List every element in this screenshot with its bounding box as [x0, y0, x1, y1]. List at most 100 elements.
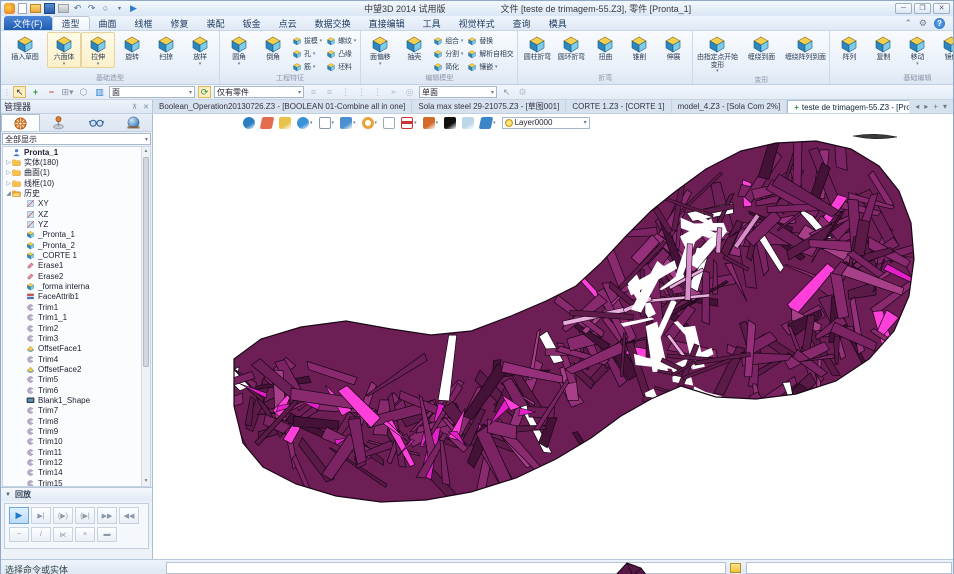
remove-selection-icon[interactable]: −	[45, 86, 58, 98]
ribbon-button-解析自相交[interactable]: 解析自相交	[465, 47, 515, 60]
tree-item-实体(180)[interactable]: ▷实体(180)	[3, 157, 150, 167]
open-file-icon[interactable]	[30, 4, 41, 13]
tree-item-Trim9[interactable]: Trim9	[3, 426, 150, 436]
tree-item-_forma interna[interactable]: _forma interna	[3, 281, 150, 291]
tree-item-Erase1[interactable]: Erase1	[3, 261, 150, 271]
ribbon-button-圆环折弯[interactable]: 圆环折弯	[554, 32, 588, 64]
ribbon-button-扭曲[interactable]: 扭曲	[588, 32, 622, 64]
help-icon[interactable]: ?	[934, 18, 945, 29]
tree-item-OffsetFace1[interactable]: OffsetFace1	[3, 344, 150, 354]
tab-list-icon[interactable]: ▾	[943, 102, 947, 111]
tree-item-Blank1_Shape[interactable]: Blank1_Shape	[3, 395, 150, 405]
ribbon-button-倒角[interactable]: 倒角	[256, 32, 290, 64]
show-entity-icon[interactable]	[243, 117, 255, 129]
ribbon-button-凸缘[interactable]: 凸缘	[324, 47, 358, 60]
datum-plane-display-icon[interactable]: ▾	[340, 117, 356, 129]
ribbon-button-螺纹[interactable]: 螺纹▾	[324, 34, 358, 47]
qat-dropdown-icon[interactable]: ▾	[114, 3, 125, 14]
pick-last-icon[interactable]: ⋮	[355, 86, 368, 98]
tree-item-Trim6[interactable]: Trim6	[3, 385, 150, 395]
link-icon[interactable]: ≡	[307, 86, 320, 98]
tree-expander-icon[interactable]: ▷	[5, 169, 12, 176]
tree-expander-icon[interactable]: ◢	[5, 190, 12, 197]
collapse-section-icon[interactable]: ▼	[5, 492, 11, 498]
menu-item-7[interactable]: 点云	[270, 16, 306, 30]
tree-item-XZ[interactable]: XZ	[3, 209, 150, 219]
ribbon-button-插入草图[interactable]: 插入草图	[3, 32, 47, 64]
clip-plane-icon[interactable]: ▾	[401, 117, 417, 129]
ribbon-button-缠绕阵列到面[interactable]: 缠绕阵列到面	[783, 32, 827, 64]
ribbon-button-缠绕到面[interactable]: 缠绕到面	[739, 32, 783, 64]
window-display-icon[interactable]	[383, 117, 395, 129]
replay-vertex-button[interactable]: ⋉	[53, 527, 73, 542]
document-tab-2[interactable]: CORTE 1.Z3 - [CORTE 1]	[566, 100, 671, 113]
status-field-right[interactable]	[746, 562, 952, 574]
tree-item-Trim12[interactable]: Trim12	[3, 457, 150, 467]
ribbon-button-锥削[interactable]: 锥削	[622, 32, 656, 64]
replay-play-step-button[interactable]: (▶)	[53, 507, 73, 524]
replay-rewind-button[interactable]: ◀◀	[119, 507, 139, 524]
document-tab-0[interactable]: Boolean_Operation20130726.Z3 - [BOOLEAN …	[153, 100, 412, 113]
ribbon-button-圆柱折弯[interactable]: 圆柱折弯	[520, 32, 554, 64]
ribbon-button-拔模[interactable]: 拔模▾	[290, 34, 324, 47]
menu-item-4[interactable]: 修复	[162, 16, 198, 30]
menu-item-13[interactable]: 模具	[540, 16, 576, 30]
collapse-ribbon-icon[interactable]: ⌃	[904, 18, 912, 29]
tree-scrollbar[interactable]: ▲ ▼	[141, 147, 150, 486]
tree-item-Trim1_1[interactable]: Trim1_1	[3, 313, 150, 323]
app-logo-icon[interactable]	[4, 3, 15, 14]
tree-item-Trim3[interactable]: Trim3	[3, 333, 150, 343]
pin-icon[interactable]: ⊼	[129, 103, 140, 111]
pointer-icon[interactable]: ➣	[387, 86, 400, 98]
globe-icon[interactable]: ◎	[403, 86, 416, 98]
menu-item-2[interactable]: 曲面	[90, 16, 126, 30]
menu-item-10[interactable]: 工具	[414, 16, 450, 30]
tree-expander-icon[interactable]: ▷	[5, 159, 12, 166]
tree-item-曲面(1)[interactable]: ▷曲面(1)	[3, 168, 150, 178]
tree-expander-icon[interactable]: ▷	[5, 180, 12, 187]
wireframe-display-icon[interactable]: ▾	[319, 117, 335, 129]
replay-delete-button[interactable]: ×	[75, 527, 95, 542]
ribbon-button-抽壳[interactable]: 抽壳	[397, 32, 431, 64]
menu-item-5[interactable]: 装配	[198, 16, 234, 30]
ribbon-button-扫掠[interactable]: 扫掠	[149, 32, 183, 64]
tree-item-Pronta_1[interactable]: Pronta_1	[3, 147, 150, 157]
drag-mode-icon[interactable]: ▾	[423, 117, 439, 129]
tree-item-Trim5[interactable]: Trim5	[3, 375, 150, 385]
bounding-box-icon[interactable]	[279, 117, 291, 129]
filter-list-icon[interactable]: ▥	[93, 86, 106, 98]
menu-item-9[interactable]: 直接编辑	[360, 16, 414, 30]
blank-erase-icon[interactable]	[261, 117, 273, 129]
ribbon-button-拉伸[interactable]: 拉伸▾	[81, 32, 115, 68]
scroll-down-icon[interactable]: ▼	[142, 477, 150, 486]
tab-scroll-left-icon[interactable]: ◂	[915, 102, 919, 111]
ribbon-button-孔[interactable]: 孔▾	[290, 47, 324, 60]
tree-item-OffsetFace2[interactable]: OffsetFace2	[3, 364, 150, 374]
tab-scroll-right-icon[interactable]: ▸	[924, 102, 928, 111]
ribbon-button-替换[interactable]: 替换	[465, 34, 515, 47]
ribbon-button-简化[interactable]: 简化	[431, 60, 465, 73]
ribbon-button-放样[interactable]: 放样▾	[183, 32, 217, 68]
play-icon[interactable]: ▶	[128, 3, 139, 14]
tree-item-Trim2[interactable]: Trim2	[3, 323, 150, 333]
ribbon-button-复制[interactable]: 复制	[866, 32, 900, 64]
cursor-small-icon[interactable]: ↖	[500, 86, 513, 98]
replay-snapshot-button[interactable]: ▬	[97, 527, 117, 542]
history-filter-icon[interactable]: ⟳	[198, 86, 211, 98]
tree-item-线框(10)[interactable]: ▷线框(10)	[3, 178, 150, 188]
print-icon[interactable]	[58, 4, 69, 13]
menu-item-6[interactable]: 钣金	[234, 16, 270, 30]
pick-list-icon[interactable]: ⋮	[339, 86, 352, 98]
menu-item-file[interactable]: 文件(F)	[4, 16, 52, 30]
close-panel-icon[interactable]: ✕	[140, 103, 152, 111]
section-view-icon[interactable]: ▾	[362, 117, 378, 129]
replay-fast-forward-button[interactable]: ▶▶	[97, 507, 117, 524]
ribbon-button-阵列[interactable]: 阵列	[832, 32, 866, 64]
ribbon-button-镜像[interactable]: 镜像	[934, 32, 953, 64]
minimize-button[interactable]: ─	[895, 3, 912, 14]
ribbon-button-面偏移[interactable]: 面偏移▾	[363, 32, 397, 68]
add-selection-icon[interactable]: +	[29, 86, 42, 98]
tree-item-FaceAttrib1[interactable]: FaceAttrib1	[3, 292, 150, 302]
show-filter-combo[interactable]: 全部显示 ▾	[2, 133, 151, 145]
manager-tab-view-manager[interactable]	[115, 114, 152, 131]
